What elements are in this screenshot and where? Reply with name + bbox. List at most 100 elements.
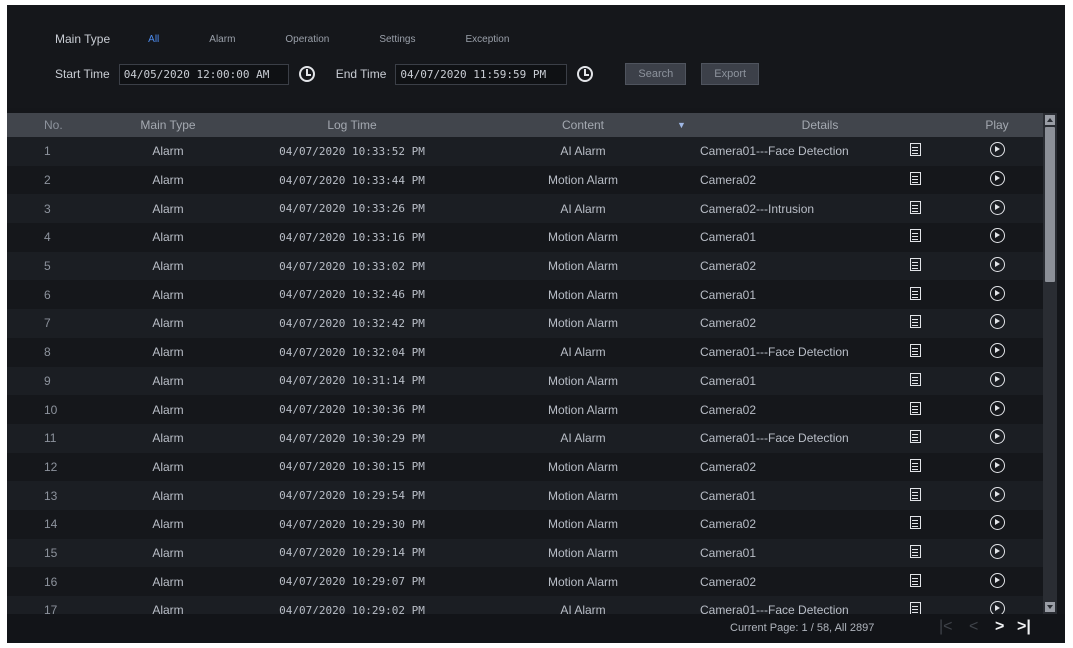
cell-log-time: 04/07/2020 10:29:14 PM [279, 546, 425, 560]
details-document-icon[interactable] [910, 372, 921, 386]
play-icon[interactable] [989, 515, 1005, 531]
table-row[interactable]: 1 Alarm 04/07/2020 10:33:52 PM AI Alarm Came… [7, 137, 1043, 166]
details-document-icon[interactable] [910, 172, 921, 186]
cell-log-time: 04/07/2020 10:29:02 PM [279, 603, 425, 614]
table-row[interactable]: 4 Alarm 04/07/2020 10:33:16 PM Motion Alarm… [7, 223, 1043, 252]
cell-content: Motion Alarm [547, 173, 619, 188]
cell-main-type: Alarm [152, 459, 184, 474]
details-document-icon[interactable] [910, 229, 921, 243]
cell-details: Camera02 [700, 316, 757, 331]
next-page-button[interactable]: > [995, 618, 1004, 636]
cell-details: Camera02 [700, 517, 757, 532]
cell-main-type: Alarm [152, 431, 184, 446]
type-option-all[interactable]: All [148, 34, 159, 45]
cell-main-type: Alarm [152, 517, 184, 532]
play-icon[interactable] [989, 285, 1005, 301]
play-icon[interactable] [989, 400, 1005, 416]
details-document-icon[interactable] [910, 315, 921, 329]
play-icon[interactable] [989, 543, 1005, 559]
table-row[interactable]: 6 Alarm 04/07/2020 10:32:46 PM Motion Alarm… [7, 280, 1043, 310]
details-document-icon[interactable] [910, 487, 921, 501]
play-icon[interactable] [989, 457, 1005, 473]
table-row[interactable]: 16 Alarm 04/07/2020 10:29:07 PM Motion Alar… [7, 567, 1043, 596]
table-row[interactable]: 10 Alarm 04/07/2020 10:30:36 PM Motion Alar… [7, 395, 1043, 424]
play-icon[interactable] [989, 486, 1005, 502]
details-document-icon[interactable] [910, 258, 921, 272]
play-icon[interactable] [989, 429, 1005, 445]
cell-details: Camera01---Face Detection [700, 603, 849, 614]
last-page-button[interactable]: >| [1017, 618, 1031, 636]
cell-details: Camera01 [700, 545, 757, 560]
header-content: Content [561, 118, 605, 132]
table-row[interactable]: 2 Alarm 04/07/2020 10:33:44 PM Motion Alarm… [7, 165, 1043, 195]
cell-log-time: 04/07/2020 10:33:16 PM [279, 230, 425, 244]
type-option-settings[interactable]: Settings [379, 34, 415, 45]
header-main-type: Main Type [140, 118, 196, 132]
first-page-button[interactable]: |< [939, 618, 953, 636]
content-filter-chevron-down-icon[interactable]: ▼ [677, 120, 697, 130]
play-icon[interactable] [989, 601, 1005, 614]
end-time-label: End Time [335, 67, 387, 81]
cell-log-time: 04/07/2020 10:32:04 PM [279, 345, 425, 359]
cell-content: Motion Alarm [547, 545, 619, 560]
details-document-icon[interactable] [910, 544, 921, 558]
scrollbar-thumb[interactable] [1045, 127, 1055, 282]
cell-main-type: Alarm [152, 316, 184, 331]
play-icon[interactable] [989, 314, 1005, 330]
table-row[interactable]: 12 Alarm 04/07/2020 10:30:15 PM Motion Alar… [7, 452, 1043, 482]
details-document-icon[interactable] [910, 458, 921, 472]
table-row[interactable]: 13 Alarm 04/07/2020 10:29:54 PM Motion Alar… [7, 481, 1043, 510]
cell-details: Camera01 [700, 488, 757, 503]
start-clock-icon[interactable] [298, 66, 315, 82]
play-icon[interactable] [989, 371, 1005, 387]
play-icon[interactable] [989, 572, 1005, 588]
play-icon[interactable] [989, 343, 1005, 359]
table-row[interactable]: 14 Alarm 04/07/2020 10:29:30 PM Motion Alar… [7, 509, 1043, 539]
table-row[interactable]: 8 Alarm 04/07/2020 10:32:04 PM AI Alarm Came… [7, 337, 1043, 367]
scroll-up-arrow-icon[interactable] [1045, 115, 1055, 125]
details-document-icon[interactable] [910, 286, 921, 300]
table-row[interactable]: 7 Alarm 04/07/2020 10:32:42 PM Motion Alarm… [7, 309, 1043, 338]
details-document-icon[interactable] [910, 344, 921, 358]
cell-no: 4 [44, 230, 51, 245]
details-document-icon[interactable] [910, 401, 921, 415]
details-document-icon[interactable] [910, 430, 921, 444]
details-document-icon[interactable] [910, 602, 921, 614]
details-document-icon[interactable] [910, 516, 921, 530]
end-clock-icon[interactable] [577, 66, 594, 82]
play-icon[interactable] [989, 228, 1005, 244]
play-icon[interactable] [989, 171, 1005, 187]
cell-log-time: 04/07/2020 10:29:07 PM [279, 575, 425, 589]
cell-details: Camera01---Face Detection [700, 144, 849, 159]
play-icon[interactable] [989, 199, 1005, 215]
play-icon[interactable] [989, 257, 1005, 273]
export-button[interactable]: Export [701, 63, 760, 85]
table-row[interactable]: 15 Alarm 04/07/2020 10:29:14 PM Motion Alar… [7, 538, 1043, 568]
cell-no: 5 [44, 259, 51, 274]
details-document-icon[interactable] [910, 143, 921, 157]
prev-page-button[interactable]: < [969, 618, 978, 636]
type-option-alarm[interactable]: Alarm [209, 34, 235, 45]
type-option-operation[interactable]: Operation [285, 34, 329, 45]
table-row[interactable]: 9 Alarm 04/07/2020 10:31:14 PM Motion Alarm… [7, 366, 1043, 396]
scroll-down-arrow-icon[interactable] [1045, 602, 1055, 612]
cell-details: Camera02---Intrusion [700, 201, 815, 216]
cell-log-time: 04/07/2020 10:33:26 PM [279, 202, 425, 216]
table-row[interactable]: 11 Alarm 04/07/2020 10:30:29 PM AI Alarm Cam… [7, 423, 1043, 453]
search-button[interactable]: Search [625, 63, 687, 85]
vertical-scrollbar[interactable] [1043, 113, 1057, 614]
start-time-input[interactable]: 04/05/2020 12:00:00 AM [118, 63, 289, 85]
cell-no: 10 [44, 402, 58, 417]
details-document-icon[interactable] [910, 200, 921, 214]
play-icon[interactable] [989, 142, 1005, 158]
cell-main-type: Alarm [152, 259, 184, 274]
details-document-icon[interactable] [910, 573, 921, 587]
table-row[interactable]: 5 Alarm 04/07/2020 10:33:02 PM Motion Alarm… [7, 251, 1043, 281]
cell-no: 8 [44, 345, 51, 360]
cell-content: Motion Alarm [547, 259, 619, 274]
type-option-exception[interactable]: Exception [465, 34, 509, 45]
table-row[interactable]: 3 Alarm 04/07/2020 10:33:26 PM AI Alarm Came… [7, 194, 1043, 224]
end-time-input[interactable]: 04/07/2020 11:59:59 PM [395, 63, 568, 85]
cell-no: 16 [44, 574, 58, 589]
table-row[interactable]: 17 Alarm 04/07/2020 10:29:02 PM AI Alarm Cam… [7, 596, 1043, 614]
